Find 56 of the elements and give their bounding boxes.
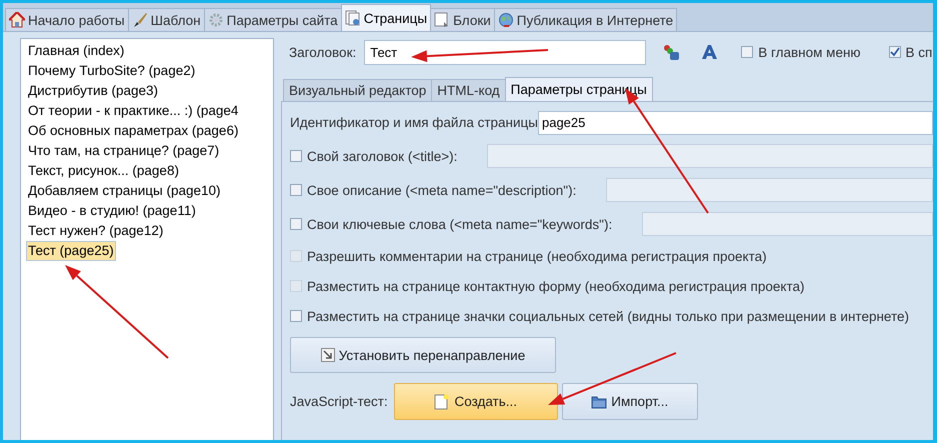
- house-icon: [9, 12, 25, 28]
- list-item[interactable]: Тест нужен? (page12): [26, 221, 166, 241]
- list-item[interactable]: Дистрибутив (page3): [26, 81, 160, 101]
- tab[interactable]: Шаблон: [128, 8, 205, 31]
- checkbox-label: Разместить на странице значки социальных сетей (видны только при размещении в интернете): [307, 308, 910, 324]
- checkbox[interactable]: [290, 184, 302, 196]
- list-item[interactable]: Добавляем страницы (page10): [26, 181, 222, 201]
- field-label: Идентификатор и имя файла страницы: [290, 115, 538, 130]
- checkbox[interactable]: [741, 46, 754, 58]
- button[interactable]: Создать...: [394, 383, 558, 420]
- checkbox-label: Разрешить комментарии на странице (необходима регистрация проекта): [307, 248, 767, 264]
- font-icon: [701, 44, 718, 60]
- color-icon: [663, 44, 680, 60]
- list-item[interactable]: Что там, на странице? (page7): [26, 141, 222, 161]
- checkbox-label: Свой заголовок (<title>):: [307, 148, 458, 164]
- redirect-button[interactable]: Установить перенаправление: [290, 337, 556, 373]
- list-item[interactable]: Главная (index): [26, 41, 126, 61]
- text-field[interactable]: [487, 144, 933, 168]
- gear-icon: [208, 12, 224, 28]
- checkbox[interactable]: [888, 46, 901, 58]
- tab[interactable]: Блоки: [430, 8, 495, 31]
- tab[interactable]: Визуальный редактор: [283, 79, 432, 101]
- tab[interactable]: Публикация в Интернете: [494, 8, 678, 31]
- field-label: Заголовок:: [289, 44, 356, 60]
- checkbox[interactable]: [290, 310, 302, 322]
- tab[interactable]: Параметры страницы: [504, 77, 653, 101]
- page-icon: [434, 12, 450, 28]
- checkbox-label: Разместить на странице контактную форму (необходима регистрация проекта): [307, 278, 804, 294]
- checkbox-label: В сп: [906, 44, 932, 60]
- tab[interactable]: Страницы: [340, 4, 432, 31]
- list-item[interactable]: От теории - к практике... :) (page4: [26, 101, 240, 121]
- list-item[interactable]: Видео - в студию! (page11): [26, 201, 198, 221]
- tab[interactable]: HTML-код: [431, 79, 506, 101]
- checkbox[interactable]: [290, 218, 302, 230]
- list-item[interactable]: Текст, рисунок... (page8): [26, 161, 181, 181]
- checkbox-label: Свое описание (<meta name="description"):: [307, 182, 576, 198]
- checkbox-label: Свои ключевые слова (<meta name="keywords"):: [307, 216, 612, 232]
- checkbox[interactable]: [290, 150, 302, 162]
- text-field[interactable]: [606, 178, 933, 202]
- redirect-icon: [320, 348, 335, 362]
- filename-field[interactable]: page25: [538, 110, 933, 134]
- text-field[interactable]: [642, 212, 933, 236]
- globe-icon: [498, 12, 514, 28]
- tab[interactable]: Начало работы: [5, 8, 129, 31]
- pages-icon: [344, 10, 361, 26]
- new-file-icon: [434, 394, 450, 410]
- title-field[interactable]: Тест: [364, 40, 646, 64]
- tab[interactable]: Параметры сайта: [204, 8, 342, 31]
- folder-icon: [591, 394, 608, 410]
- brush-icon: [132, 12, 148, 28]
- list-item[interactable]: Об основных параметрах (page6): [26, 121, 240, 141]
- list-item[interactable]: Почему TurboSite? (page2): [26, 61, 198, 81]
- checkbox-label: В главном меню: [758, 44, 861, 60]
- list-item[interactable]: Тест (page25): [26, 241, 116, 261]
- button[interactable]: Импорт...: [562, 383, 698, 420]
- field-label: JavaScript-тест:: [290, 394, 388, 409]
